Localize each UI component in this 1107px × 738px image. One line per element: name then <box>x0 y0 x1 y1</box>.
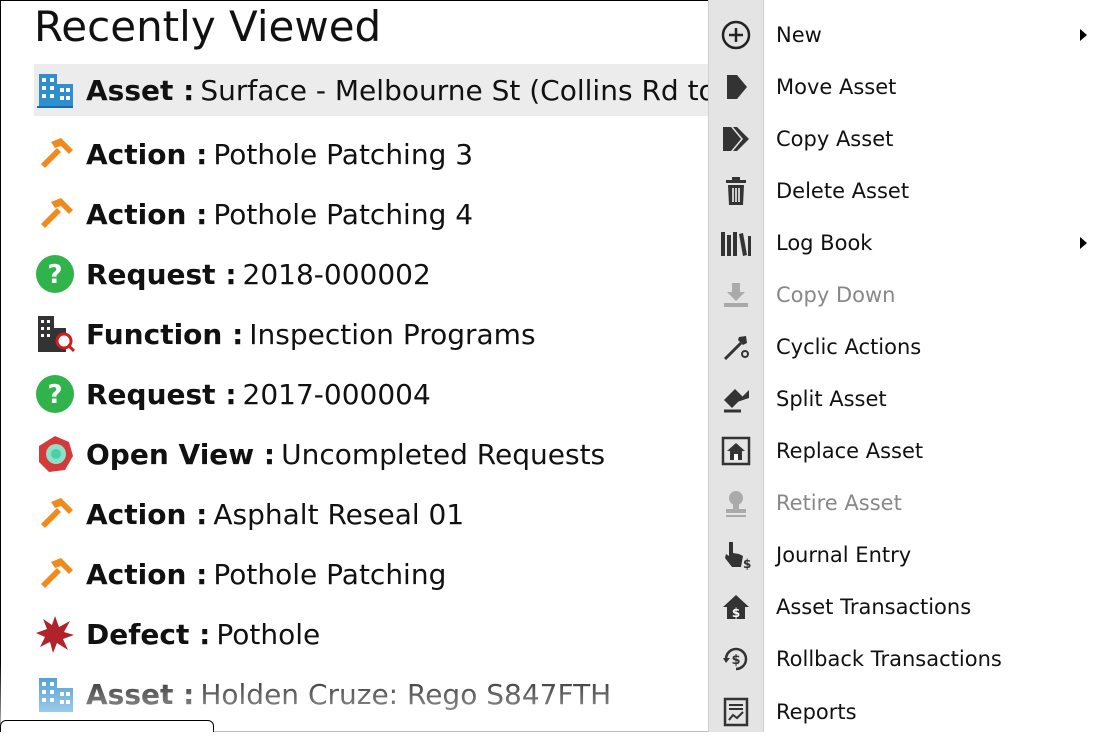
building-search-icon <box>34 313 76 355</box>
house-transactions-icon: $ <box>709 581 763 633</box>
item-name: 2018-000002 <box>242 257 431 291</box>
menu-item-label: Delete Asset <box>776 179 910 203</box>
bottom-tab[interactable] <box>0 720 214 732</box>
menu-item-cyclic-actions[interactable]: Cyclic Actions <box>709 321 1107 373</box>
menu-item-new[interactable]: New <box>709 9 1107 61</box>
menu-item-label: Asset Transactions <box>776 595 972 619</box>
question-icon: ? <box>34 253 76 295</box>
svg-text:$: $ <box>743 557 751 570</box>
hammer-icon <box>34 193 76 235</box>
item-name: Inspection Programs <box>249 317 536 351</box>
question-icon: ? <box>34 373 76 415</box>
item-name: Pothole <box>216 617 321 651</box>
item-type: Action : <box>86 197 208 231</box>
menu-item-label: Rollback Transactions <box>776 647 1002 671</box>
item-type: Defect : <box>86 617 211 651</box>
menu-item-retire-asset[interactable]: Retire Asset <box>709 477 1107 529</box>
item-type: Action : <box>86 497 208 531</box>
copy-down-icon <box>709 269 763 321</box>
menu-item-journal-entry[interactable]: $ Journal Entry <box>709 529 1107 581</box>
item-type: Action : <box>86 137 208 171</box>
hammer-icon <box>34 493 76 535</box>
menu-item-label: Copy Down <box>776 283 896 307</box>
list-item[interactable]: Function : Inspection Programs <box>34 304 708 364</box>
list-item[interactable]: Action : Pothole Patching 3 <box>34 124 708 184</box>
menu-item-label: New <box>776 23 822 47</box>
item-name: Asphalt Reseal 01 <box>213 497 465 531</box>
item-type: Open View : <box>86 437 276 471</box>
menu-item-copy-asset[interactable]: Copy Asset <box>709 113 1107 165</box>
journal-hand-icon: $ <box>709 529 763 581</box>
svg-text:?: ? <box>47 380 62 410</box>
menu-item-rollback-transactions[interactable]: $ Rollback Transactions <box>709 633 1107 685</box>
burst-icon <box>34 613 76 655</box>
building-icon <box>34 673 76 715</box>
submenu-arrow-icon <box>1080 29 1087 41</box>
list-item[interactable]: Defect : Pothole <box>34 604 708 664</box>
svg-text:$: $ <box>732 606 740 620</box>
item-type: Asset : <box>86 677 195 711</box>
item-name: Pothole Patching 4 <box>213 197 474 231</box>
trash-icon <box>709 165 763 217</box>
report-icon <box>709 686 763 738</box>
recently-viewed-list: Asset : Surface - Melbourne St (Collins … <box>34 64 708 724</box>
list-item[interactable]: Asset : Holden Cruze: Rego S847FTH <box>34 664 708 724</box>
item-name: Pothole Patching <box>213 557 447 591</box>
svg-text:?: ? <box>47 260 62 290</box>
list-item[interactable]: Open View : Uncompleted Requests <box>34 424 708 484</box>
building-icon <box>34 69 76 111</box>
open-view-icon <box>34 433 76 475</box>
menu-item-replace-asset[interactable]: Replace Asset <box>709 425 1107 477</box>
menu-item-move-asset[interactable]: Move Asset <box>709 61 1107 113</box>
item-name: Holden Cruze: Rego S847FTH <box>200 677 612 711</box>
menu-item-label: Split Asset <box>776 387 887 411</box>
item-name: Uncompleted Requests <box>281 437 606 471</box>
list-item[interactable]: Action : Pothole Patching <box>34 544 708 604</box>
rollback-dollar-icon: $ <box>709 633 763 685</box>
menu-item-label: Move Asset <box>776 75 897 99</box>
retire-stamp-icon <box>709 477 763 529</box>
list-item[interactable]: ? Request : 2017-000004 <box>34 364 708 424</box>
menu-item-log-book[interactable]: Log Book <box>709 217 1107 269</box>
menu-item-copy-down[interactable]: Copy Down <box>709 269 1107 321</box>
menu-item-label: Copy Asset <box>776 127 894 151</box>
replace-house-icon <box>709 425 763 477</box>
hammer-icon <box>34 133 76 175</box>
hammer-icon <box>34 553 76 595</box>
list-item[interactable]: Action : Pothole Patching 4 <box>34 184 708 244</box>
svg-text:$: $ <box>731 653 740 668</box>
context-menu: New Move Asset Copy Asset Delete Asset L… <box>708 0 1107 732</box>
copy-arrow-icon <box>709 113 763 165</box>
menu-item-label: Replace Asset <box>776 439 924 463</box>
menu-item-reports[interactable]: Reports <box>709 686 1107 738</box>
split-icon <box>709 373 763 425</box>
menu-item-label: Log Book <box>776 231 873 255</box>
item-type: Asset : <box>86 73 195 107</box>
item-type: Action : <box>86 557 208 591</box>
submenu-arrow-icon <box>1080 237 1087 249</box>
item-name: Surface - Melbourne St (Collins Rd to <box>200 73 708 107</box>
item-name: Pothole Patching 3 <box>213 137 474 171</box>
recently-viewed-panel: Recently Viewed Asset : Surface - Melbou… <box>0 0 708 732</box>
books-icon <box>709 217 763 269</box>
item-type: Function : <box>86 317 244 351</box>
menu-item-split-asset[interactable]: Split Asset <box>709 373 1107 425</box>
menu-item-label: Reports <box>776 700 857 724</box>
menu-item-asset-transactions[interactable]: $ Asset Transactions <box>709 581 1107 633</box>
item-type: Request : <box>86 257 237 291</box>
item-type: Request : <box>86 377 237 411</box>
move-arrow-icon <box>709 61 763 113</box>
list-item[interactable]: Action : Asphalt Reseal 01 <box>34 484 708 544</box>
list-item[interactable]: Asset : Surface - Melbourne St (Collins … <box>34 64 708 116</box>
menu-item-delete-asset[interactable]: Delete Asset <box>709 165 1107 217</box>
list-item[interactable]: ? Request : 2018-000002 <box>34 244 708 304</box>
item-name: 2017-000004 <box>242 377 431 411</box>
cyclic-wrench-icon <box>709 321 763 373</box>
menu-item-label: Cyclic Actions <box>776 335 922 359</box>
plus-circle-icon <box>709 9 763 61</box>
page-title: Recently Viewed <box>34 2 382 51</box>
menu-item-label: Journal Entry <box>776 543 912 567</box>
menu-item-label: Retire Asset <box>776 491 902 515</box>
